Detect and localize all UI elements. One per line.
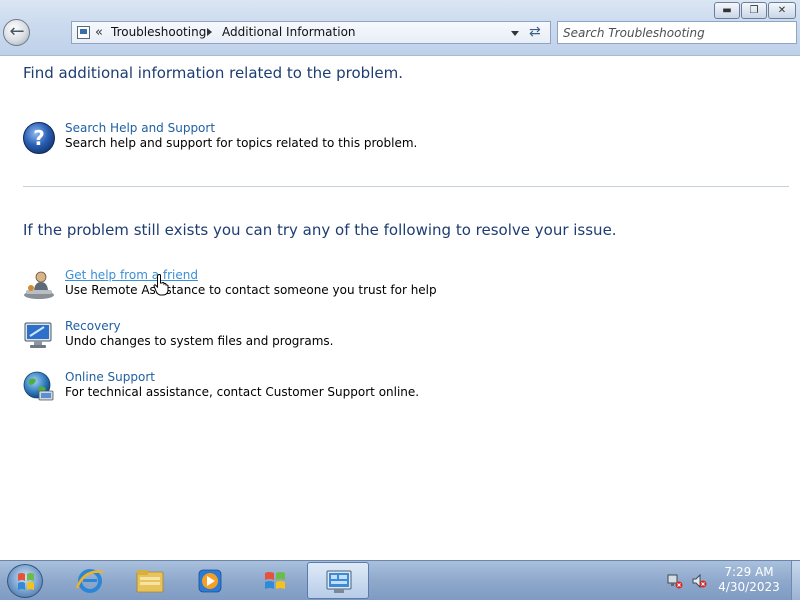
- section-heading-additional-info: Find additional information related to t…: [23, 64, 403, 82]
- task-recovery[interactable]: Recovery Undo changes to system files an…: [22, 319, 722, 355]
- maximize-button[interactable]: ❐: [741, 2, 767, 19]
- taskbar-file-explorer[interactable]: [119, 562, 181, 599]
- taskbar-windows-flag[interactable]: [244, 562, 306, 599]
- taskbar-media-player[interactable]: [179, 562, 241, 599]
- taskbar-control-panel[interactable]: [307, 562, 369, 599]
- search-help-link[interactable]: Search Help and Support: [65, 121, 215, 135]
- location-icon: [77, 26, 90, 39]
- task-online-support[interactable]: Online Support For technical assistance,…: [22, 370, 722, 406]
- online-support-link[interactable]: Online Support: [65, 370, 155, 384]
- hand-pointer-cursor-icon: [153, 274, 169, 296]
- back-button[interactable]: ←: [3, 19, 30, 46]
- remote-assistance-icon: [24, 271, 54, 299]
- section-divider: [23, 186, 789, 187]
- network-error-icon[interactable]: [667, 573, 683, 589]
- refresh-icon[interactable]: ⇄: [529, 23, 541, 42]
- windows-flag-icon: [265, 572, 285, 589]
- back-arrow-icon: ←: [9, 21, 25, 42]
- recovery-description: Undo changes to system files and program…: [65, 334, 334, 348]
- task-get-help-friend[interactable]: Get help from a friend Use Remote Assist…: [22, 268, 722, 304]
- search-help-description: Search help and support for topics relat…: [65, 136, 418, 150]
- globe-support-icon: [23, 371, 54, 401]
- recovery-monitor-icon: [24, 322, 52, 348]
- show-desktop-button[interactable]: [791, 561, 800, 600]
- breadcrumb-separator-icon[interactable]: [207, 28, 212, 36]
- start-button[interactable]: [7, 564, 43, 598]
- minimize-button[interactable]: ▬: [714, 2, 740, 19]
- internet-explorer-icon: [75, 569, 104, 593]
- address-dropdown-icon[interactable]: [511, 31, 519, 36]
- file-explorer-icon: [136, 570, 164, 593]
- search-box[interactable]: [557, 21, 797, 44]
- system-clock[interactable]: 7:29 AM 4/30/2023: [712, 565, 786, 595]
- minimize-icon: ▬: [722, 5, 732, 16]
- taskbar-internet-explorer[interactable]: [59, 562, 121, 599]
- control-panel-icon: [326, 570, 352, 593]
- close-icon: ✕: [777, 5, 787, 16]
- breadcrumb-overflow-chevron[interactable]: «: [95, 23, 103, 42]
- window-header: ← ▬ ❐ ✕ « Troubleshooting Additional Inf…: [0, 0, 800, 56]
- get-help-friend-description: Use Remote Assistance to contact someone…: [65, 283, 437, 297]
- section-heading-resolve-issue: If the problem still exists you can try …: [23, 221, 617, 239]
- svg-text:?: ?: [33, 126, 45, 150]
- task-search-help[interactable]: ? Search Help and Support Search help an…: [22, 121, 722, 157]
- close-button[interactable]: ✕: [768, 2, 796, 19]
- breadcrumb-troubleshooting[interactable]: Troubleshooting: [111, 22, 206, 43]
- address-bar[interactable]: « Troubleshooting Additional Information…: [71, 21, 551, 44]
- breadcrumb-additional-information[interactable]: Additional Information: [222, 22, 356, 43]
- get-help-friend-link[interactable]: Get help from a friend: [65, 268, 198, 282]
- maximize-icon: ❐: [749, 5, 759, 16]
- help-question-icon: ?: [23, 122, 55, 154]
- online-support-description: For technical assistance, contact Custom…: [65, 385, 420, 399]
- search-input[interactable]: [563, 22, 793, 43]
- clock-time: 7:29 AM: [724, 565, 774, 579]
- windows-start-icon: [18, 573, 34, 590]
- volume-muted-icon[interactable]: [691, 573, 707, 589]
- media-player-icon: [198, 569, 222, 593]
- clock-date: 4/30/2023: [718, 580, 780, 594]
- recovery-link[interactable]: Recovery: [65, 319, 121, 333]
